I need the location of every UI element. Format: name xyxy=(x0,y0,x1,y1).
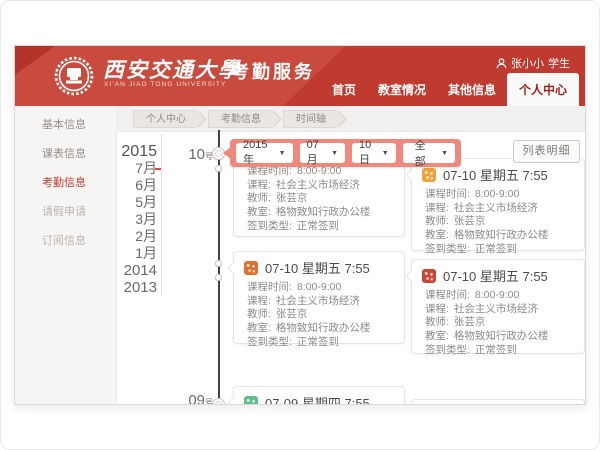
scale-month-jul[interactable]: 7月 xyxy=(73,160,157,177)
scale-month-mar[interactable]: 3月 xyxy=(73,211,157,228)
timeline-scale: 2015 7月 6月 5月 3月 2月 1月 2014 2013 xyxy=(73,143,157,296)
card-date-title: 07-09 星期四 7:55 xyxy=(265,393,370,405)
card-date-title: 07-10 星期五 7:55 xyxy=(265,258,370,277)
day-marker-09[interactable]: 09号 xyxy=(177,392,213,405)
attendance-card: 07-10 星期五 7:55 课程时间:8:00-9:00 课程:社会主义市场经… xyxy=(233,251,405,344)
day-select[interactable]: 10日 ▼ xyxy=(352,143,396,163)
university-name-cn: 西安交通大學 xyxy=(103,54,241,84)
breadcrumb: 个人中心 考勤信息 时间轴 xyxy=(117,106,585,132)
main-nav: 首页 教室情况 其他信息 个人中心 xyxy=(321,73,579,106)
year-select[interactable]: 2015年 ▼ xyxy=(236,143,293,163)
attendance-card: 07-09 星期四 7:55 xyxy=(233,386,405,405)
card-date-title: 07-10 星期五 7:55 xyxy=(443,266,548,285)
user-role: 学生 xyxy=(548,55,570,71)
nav-other-info[interactable]: 其他信息 xyxy=(437,74,507,106)
attendance-card xyxy=(411,399,585,405)
timeline-node[interactable] xyxy=(215,260,222,267)
user-icon xyxy=(496,58,507,69)
signin-type-icon xyxy=(244,261,258,275)
scale-year-2013[interactable]: 2013 xyxy=(73,279,157,296)
breadcrumb-attendance-info[interactable]: 考勤信息 xyxy=(208,110,271,128)
type-select[interactable]: 全部 ▼ xyxy=(403,143,455,163)
user-name: 张小小 xyxy=(511,55,544,71)
scale-month-jun[interactable]: 6月 xyxy=(73,177,157,194)
attendance-card: 07-10 星期五 7:55 课程时间:8:00-9:00 课程:社会主义市场经… xyxy=(411,259,585,354)
signin-type-icon xyxy=(244,396,258,406)
app-window: 西安交通大學 XI'AN JIAO TONG UNIVERSITY 考勤服务 张… xyxy=(14,45,586,405)
app-title: 考勤服务 xyxy=(231,58,315,84)
timeline-node[interactable] xyxy=(215,165,222,172)
breadcrumb-personal-center[interactable]: 个人中心 xyxy=(133,110,196,128)
filter-bar: 2015年 ▼ 07月 ▼ 10日 ▼ 全部 ▼ xyxy=(230,139,461,167)
caret-down-icon: ▼ xyxy=(331,150,338,157)
breadcrumb-timeline[interactable]: 时间轴 xyxy=(283,110,336,128)
timeline-node-day09[interactable] xyxy=(212,398,225,405)
sidebar-item-basic-info[interactable]: 基本信息 xyxy=(15,115,116,135)
app-header: 西安交通大學 XI'AN JIAO TONG UNIVERSITY 考勤服务 张… xyxy=(15,46,585,106)
nav-personal-center[interactable]: 个人中心 xyxy=(507,73,579,106)
scale-year-2014[interactable]: 2014 xyxy=(73,262,157,279)
signin-type-icon xyxy=(422,168,436,182)
card-date-title: 07-10 星期五 7:55 xyxy=(443,165,548,184)
attendance-card: 07-10 星期五 7:55 课程时间:8:00-9:00 课程:社会主义市场经… xyxy=(411,158,585,251)
timeline-node[interactable] xyxy=(215,274,222,281)
scale-separator-line xyxy=(161,134,162,296)
signin-type-icon xyxy=(422,269,436,283)
caret-down-icon: ▼ xyxy=(382,150,389,157)
scale-year-2015[interactable]: 2015 xyxy=(73,143,157,160)
month-select[interactable]: 07月 ▼ xyxy=(300,143,345,163)
nav-home[interactable]: 首页 xyxy=(321,74,367,106)
scale-month-feb[interactable]: 2月 xyxy=(73,228,157,245)
university-name-en: XI'AN JIAO TONG UNIVERSITY xyxy=(104,81,226,88)
nav-classrooms[interactable]: 教室情况 xyxy=(367,74,437,106)
list-detail-button[interactable]: 列表明细 xyxy=(513,140,580,163)
caret-down-icon: ▼ xyxy=(441,150,448,157)
caret-down-icon: ▼ xyxy=(279,150,286,157)
university-logo xyxy=(53,55,95,97)
user-account[interactable]: 张小小 学生 xyxy=(496,55,570,71)
scale-month-may[interactable]: 5月 xyxy=(73,194,157,211)
scale-month-jan[interactable]: 1月 xyxy=(73,245,157,262)
day-marker-10[interactable]: 10号 xyxy=(177,146,213,164)
